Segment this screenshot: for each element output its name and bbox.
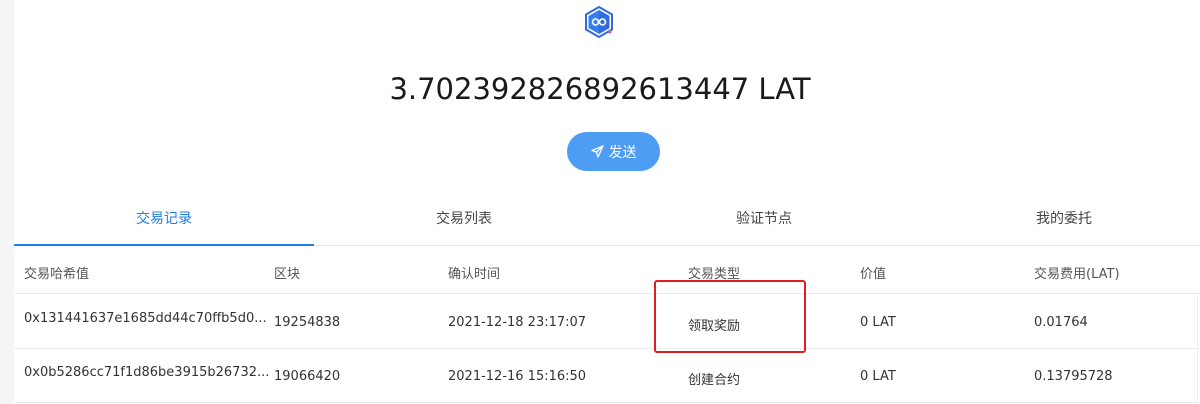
- tx-type: 领取奖励: [688, 319, 741, 334]
- wallet-logo-icon: [585, 6, 613, 38]
- column-header-type: 交易类型: [688, 267, 741, 282]
- tx-hash-link[interactable]: 0x131441637e1685dd44c70ffb5d0...: [24, 311, 267, 326]
- column-header-value: 价值: [860, 267, 887, 282]
- send-label: 发送: [608, 144, 637, 161]
- tab-transaction-records[interactable]: 交易记录: [14, 196, 314, 246]
- tx-value: 0 LAT: [860, 315, 896, 330]
- block-number: 19066420: [274, 369, 341, 384]
- send-button[interactable]: 发送: [567, 132, 660, 171]
- tx-fee: 0.13795728: [1034, 369, 1113, 384]
- tx-value: 0 LAT: [860, 369, 896, 384]
- table-header: 交易哈希值 区块 确认时间 交易类型 价值 交易费用(LAT): [14, 248, 1200, 294]
- balance-value: 3.702392826892613447 LAT: [389, 72, 811, 106]
- tab-my-delegations[interactable]: 我的委托: [914, 196, 1200, 246]
- confirm-time: 2021-12-18 23:17:07: [448, 315, 587, 330]
- column-header-block: 区块: [274, 267, 301, 282]
- column-header-time: 确认时间: [448, 267, 501, 282]
- tx-hash-link[interactable]: 0x0b5286cc71f1d86be3915b26732...: [24, 365, 269, 380]
- table-row[interactable]: 0x0b5286cc71f1d86be3915b26732... 1906642…: [14, 349, 1198, 403]
- column-header-hash: 交易哈希值: [24, 267, 90, 282]
- confirm-time: 2021-12-16 15:16:50: [448, 369, 587, 384]
- tab-validator-nodes[interactable]: 验证节点: [614, 196, 914, 246]
- tx-fee: 0.01764: [1034, 315, 1088, 330]
- send-icon: [590, 145, 604, 158]
- wallet-balance: 3.702392826892613447 LAT: [0, 72, 1200, 106]
- tab-transaction-list[interactable]: 交易列表: [314, 196, 614, 246]
- tx-type: 创建合约: [688, 373, 741, 388]
- tab-bar: 交易记录 交易列表 验证节点 我的委托: [14, 196, 1200, 246]
- column-header-fee: 交易费用(LAT): [1034, 267, 1120, 282]
- table-row[interactable]: 0x131441637e1685dd44c70ffb5d0... 1925483…: [14, 295, 1198, 349]
- block-number: 19254838: [274, 315, 341, 330]
